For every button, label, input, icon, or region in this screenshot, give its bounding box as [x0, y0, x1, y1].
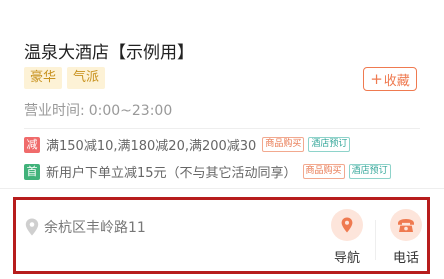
promotion-first-order: 首 新用户下单立减15元（不与其它活动同享） 商品购买 酒店预订	[24, 162, 395, 181]
location-icon	[341, 217, 353, 233]
tag-luxury: 豪华	[24, 67, 63, 89]
hotel-info-card: 温泉大酒店【示例用】 豪华 气派 + 收藏 营业时间: 0:00~23:00 减 …	[0, 0, 444, 279]
call-icon-circle	[390, 209, 422, 241]
address-section: 余杭区丰岭路11 导航 电话	[13, 197, 430, 274]
hours-value: 0:00~23:00	[88, 103, 173, 119]
navigate-icon-circle	[331, 209, 363, 241]
discount-icon: 减	[24, 136, 40, 153]
action-separator	[375, 220, 376, 260]
hotel-title: 温泉大酒店【示例用】	[24, 43, 194, 63]
badge-hotel-booking: 酒店预订	[348, 164, 391, 179]
map-pin-icon	[25, 218, 39, 236]
hours-label: 营业时间:	[24, 103, 85, 119]
divider	[24, 128, 420, 129]
tag-grand: 气派	[67, 67, 106, 89]
badge-goods-purchase: 商品购买	[262, 137, 305, 152]
call-button[interactable]: 电话	[386, 209, 426, 269]
call-label: 电话	[392, 251, 419, 266]
business-hours: 营业时间: 0:00~23:00	[24, 100, 172, 120]
favorite-label: 收藏	[383, 73, 410, 89]
badge-goods-purchase: 商品购买	[302, 164, 345, 179]
plus-icon: +	[370, 69, 383, 88]
navigate-button[interactable]: 导航	[327, 209, 367, 269]
promotion-text: 满150减10,满180减20,满200减30	[46, 139, 257, 154]
badge-hotel-booking: 酒店预订	[308, 137, 351, 152]
promotion-discount: 减 满150减10,满180减20,满200减30 商品购买 酒店预订	[24, 135, 354, 154]
favorite-button[interactable]: + 收藏	[363, 67, 417, 91]
hotel-tags: 豪华 气派	[24, 67, 106, 89]
promotion-text: 新用户下单立减15元（不与其它活动同享）	[46, 166, 297, 181]
divider	[0, 188, 444, 189]
navigate-label: 导航	[333, 251, 360, 266]
address-text[interactable]: 余杭区丰岭路11	[44, 217, 146, 237]
first-order-icon: 首	[24, 163, 40, 180]
phone-icon	[398, 218, 414, 232]
